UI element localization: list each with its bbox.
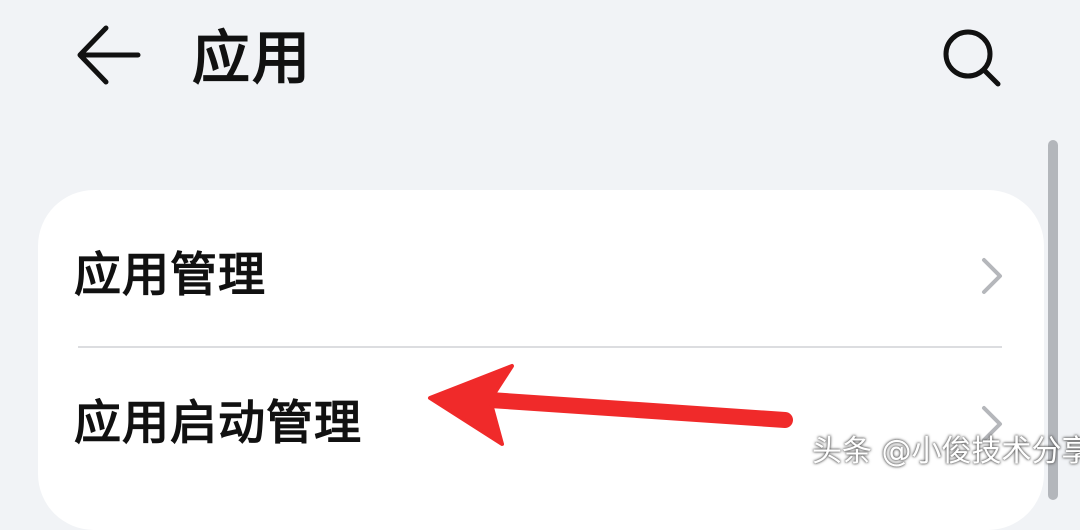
- chevron-right-icon: [982, 258, 1002, 294]
- watermark: 头条 @小俊技术分享: [812, 434, 1080, 469]
- list-item-label: 应用管理: [74, 248, 266, 303]
- red-arrow-annotation: [428, 364, 793, 446]
- search-button[interactable]: [936, 24, 1008, 90]
- page-title: 应用: [192, 24, 313, 92]
- back-arrow-icon: [77, 25, 141, 85]
- top-app-bar: 应用: [0, 0, 1080, 120]
- list-item-label: 应用启动管理: [74, 396, 362, 451]
- search-icon: [943, 29, 1001, 87]
- list-item-app-management[interactable]: 应用管理: [38, 200, 1044, 350]
- back-button[interactable]: [72, 24, 144, 86]
